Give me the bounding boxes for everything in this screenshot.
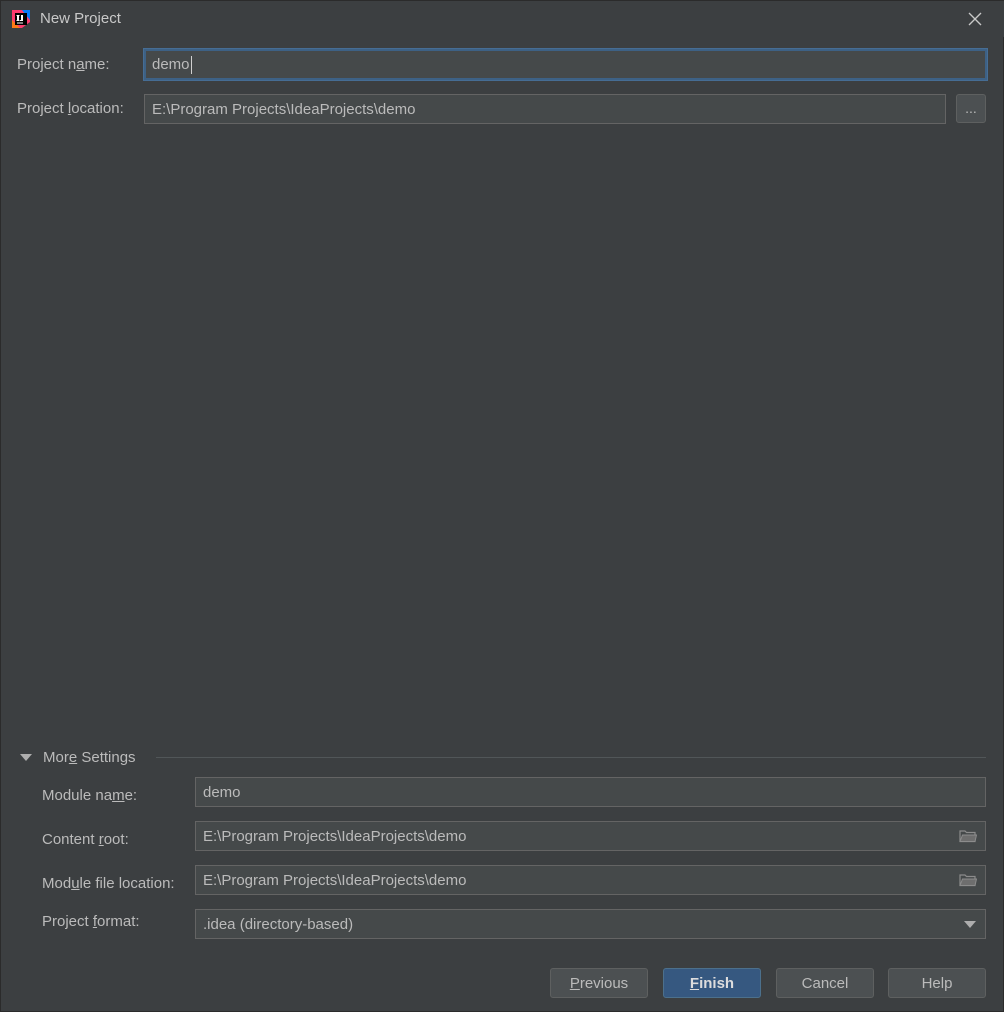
close-icon bbox=[968, 12, 982, 26]
module-file-location-input[interactable]: E:\Program Projects\IdeaProjects\demo bbox=[195, 865, 986, 895]
chevron-down-icon bbox=[20, 753, 32, 761]
module-file-location-label: Module file location: bbox=[42, 875, 175, 892]
new-project-dialog: New Project Project name: demo Project l… bbox=[0, 0, 1004, 1012]
text-caret bbox=[190, 55, 192, 74]
module-name-label: Module name: bbox=[42, 787, 138, 804]
content-root-label: Content root: bbox=[42, 831, 129, 848]
project-name-input[interactable]: demo bbox=[144, 49, 987, 80]
more-settings-label: More Settings bbox=[43, 748, 136, 766]
cancel-button[interactable]: Cancel bbox=[776, 968, 874, 998]
project-format-label: Project format: bbox=[42, 913, 140, 930]
previous-button[interactable]: Previous bbox=[550, 968, 648, 998]
close-button[interactable] bbox=[959, 7, 991, 31]
project-format-select[interactable]: .idea (directory-based) bbox=[195, 909, 986, 939]
more-settings-divider bbox=[156, 757, 986, 758]
title-bar: New Project bbox=[1, 1, 1004, 37]
dropdown-arrow-icon bbox=[964, 921, 976, 928]
project-location-input[interactable]: E:\Program Projects\IdeaProjects\demo bbox=[144, 94, 946, 124]
project-name-label: Project name: bbox=[17, 56, 110, 73]
intellij-idea-icon bbox=[10, 8, 32, 30]
dialog-title: New Project bbox=[40, 10, 121, 27]
help-button[interactable]: Help bbox=[888, 968, 986, 998]
folder-icon[interactable] bbox=[959, 829, 978, 843]
project-location-label: Project location: bbox=[17, 100, 124, 117]
module-name-input[interactable]: demo bbox=[195, 777, 986, 807]
content-root-input[interactable]: E:\Program Projects\IdeaProjects\demo bbox=[195, 821, 986, 851]
more-settings-toggle[interactable]: More Settings bbox=[20, 746, 136, 768]
folder-icon[interactable] bbox=[959, 873, 978, 887]
browse-location-button[interactable]: ... bbox=[956, 94, 986, 123]
finish-button[interactable]: Finish bbox=[663, 968, 761, 998]
